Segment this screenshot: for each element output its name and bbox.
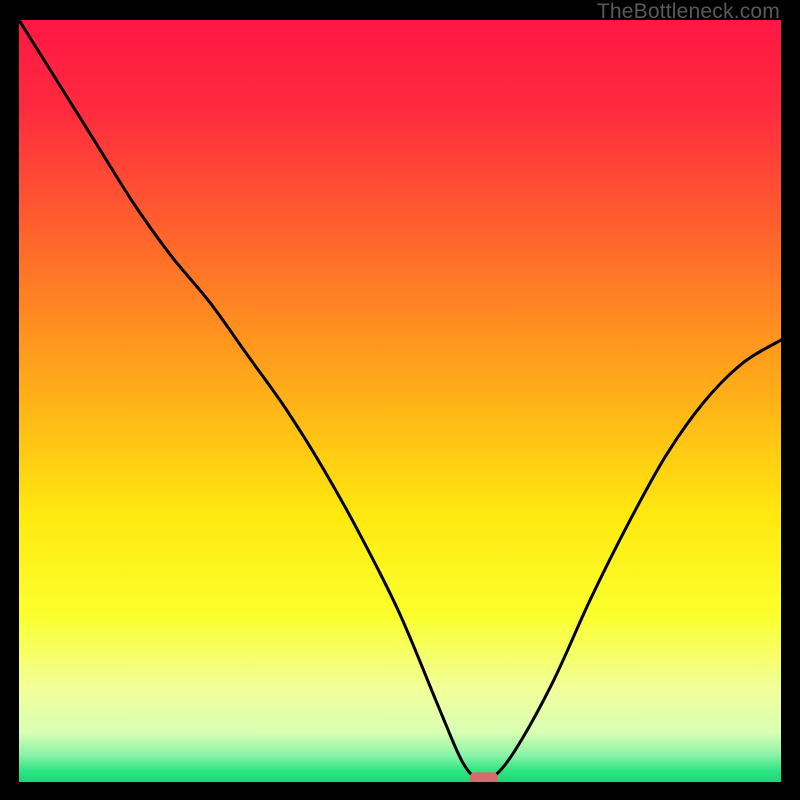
min-marker — [470, 772, 498, 782]
gradient-background — [19, 20, 781, 782]
chart-svg — [19, 20, 781, 782]
plot-area — [19, 20, 781, 782]
chart-frame: TheBottleneck.com — [0, 0, 800, 800]
